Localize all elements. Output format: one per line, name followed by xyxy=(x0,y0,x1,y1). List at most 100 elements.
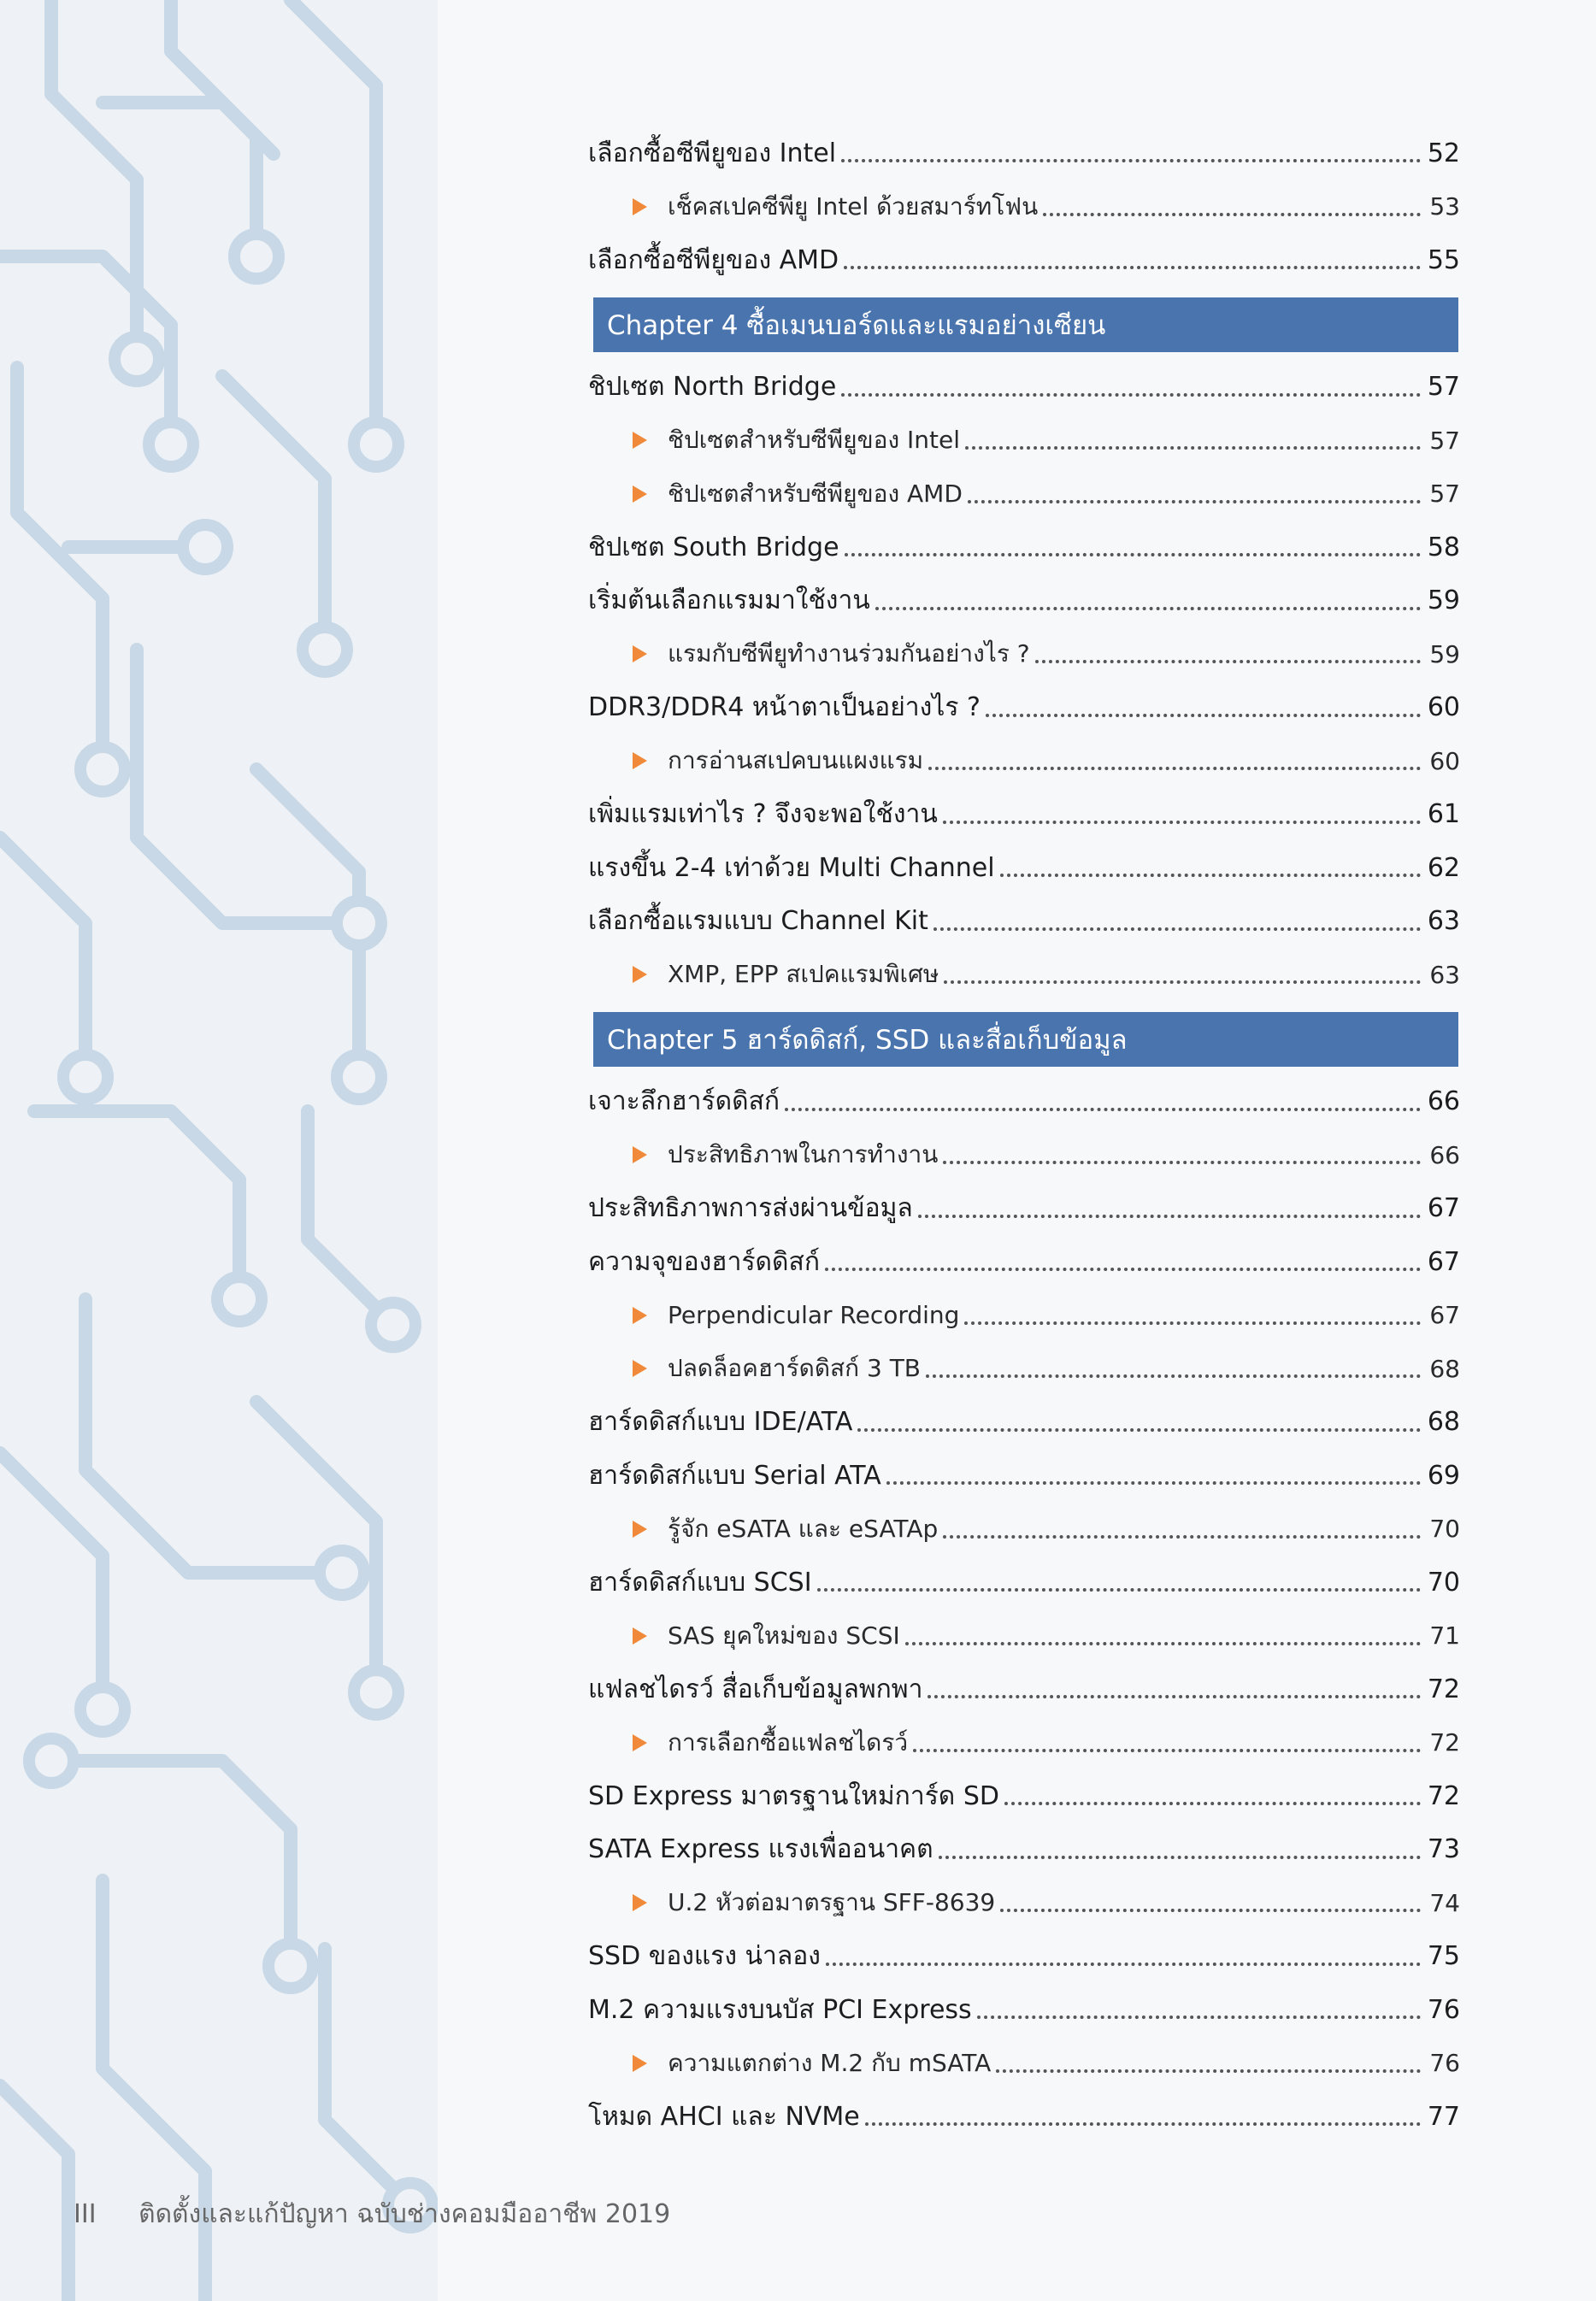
toc-entry[interactable]: โหมด AHCI และ NVMe 77 xyxy=(588,2090,1460,2144)
toc-entry[interactable]: เลือกซื้อซีพียูของ AMD 55 xyxy=(588,233,1460,287)
toc-page-number: 52 xyxy=(1427,138,1460,168)
toc-subentry[interactable]: Perpendicular Recording 67 xyxy=(588,1289,1460,1343)
circuit-background-decoration xyxy=(0,0,438,2301)
toc-subentry[interactable]: การเลือกซื้อแฟลชไดรว์ 72 xyxy=(588,1716,1460,1770)
dot-leader xyxy=(1043,212,1421,216)
dot-leader xyxy=(1004,1802,1421,1806)
dot-leader xyxy=(785,1107,1421,1111)
toc-entry-title: XMP, EPP สเปคแรมพิเศษ xyxy=(668,960,939,989)
dot-leader xyxy=(943,1534,1421,1539)
toc-entry-title: แรงขึ้น 2-4 เท่าด้วย Multi Channel xyxy=(588,852,995,883)
toc-page-number: 71 xyxy=(1429,1621,1460,1651)
toc-entry[interactable]: เลือกซื้อแรมแบบ Channel Kit 63 xyxy=(588,895,1460,949)
toc-subentry[interactable]: SAS ยุคใหม่ของ SCSI 71 xyxy=(588,1610,1460,1663)
toc-entry-title: ฮาร์ดดิสก์แบบ IDE/ATA xyxy=(588,1407,853,1438)
toc-page-number: 57 xyxy=(1429,426,1460,455)
toc-page-number: 70 xyxy=(1427,1567,1460,1598)
toc-entry[interactable]: ชิปเซต South Bridge 58 xyxy=(588,521,1460,574)
dot-leader xyxy=(938,1855,1421,1859)
orange-triangle-bullet-icon xyxy=(633,485,647,503)
toc-subentry[interactable]: ชิปเซตสำหรับซีพียูของ Intel 57 xyxy=(588,414,1460,468)
orange-triangle-bullet-icon xyxy=(633,432,647,450)
toc-entry-title: ฮาร์ดดิสก์แบบ Serial ATA xyxy=(588,1460,881,1491)
toc-entry[interactable]: เจาะลึกฮาร์ดดิสก์ 66 xyxy=(588,1075,1460,1129)
toc-entry[interactable]: ความจุของฮาร์ดดิสก์ 67 xyxy=(588,1235,1460,1289)
toc-entry[interactable]: แฟลชไดรว์ สื่อเก็บข้อมูลพกพา 72 xyxy=(588,1662,1460,1716)
toc-subentry[interactable]: U.2 หัวต่อมาตรฐาน SFF-8639 74 xyxy=(588,1876,1460,1930)
dot-leader xyxy=(917,1214,1421,1218)
orange-triangle-bullet-icon xyxy=(633,197,647,215)
toc-subentry[interactable]: XMP, EPP สเปคแรมพิเศษ 63 xyxy=(588,948,1460,1002)
toc-entry[interactable]: SSD ของแรง น่าลอง 75 xyxy=(588,1930,1460,1984)
toc-entry-title: ชิปเซตสำหรับซีพียูของ Intel xyxy=(668,426,961,455)
dot-leader xyxy=(985,713,1421,717)
toc-entry-title: รู้จัก eSATA และ eSATAp xyxy=(668,1514,939,1543)
toc-entry[interactable]: M.2 ความแรงบนบัส PCI Express 76 xyxy=(588,1983,1460,2037)
toc-page-number: 67 xyxy=(1429,1301,1460,1330)
chapter-heading: Chapter 5 ฮาร์ดดิสก์, SSD และสื่อเก็บข้อ… xyxy=(593,1011,1458,1067)
dot-leader xyxy=(913,1748,1421,1752)
toc-subentry[interactable]: เช็คสเปคซีพียู Intel ด้วยสมาร์ทโฟน 53 xyxy=(588,180,1460,234)
toc-entry-title: M.2 ความแรงบนบัส PCI Express xyxy=(588,1994,972,2025)
toc-page-number: 60 xyxy=(1427,692,1460,723)
toc-entry[interactable]: ชิปเซต North Bridge 57 xyxy=(588,361,1460,415)
toc-entry[interactable]: ฮาร์ดดิสก์แบบ IDE/ATA 68 xyxy=(588,1396,1460,1450)
toc-entry[interactable]: เพิ่มแรมเท่าไร ? จึงจะพอใช้งาน 61 xyxy=(588,788,1460,842)
orange-triangle-bullet-icon xyxy=(633,2054,647,2072)
toc-entry-title: เลือกซื้อซีพียูของ Intel xyxy=(588,138,837,168)
orange-triangle-bullet-icon xyxy=(633,752,647,770)
toc-entry[interactable]: ประสิทธิภาพการส่งผ่านข้อมูล 67 xyxy=(588,1182,1460,1236)
toc-page-number: 67 xyxy=(1427,1246,1460,1277)
dot-leader xyxy=(1034,660,1421,664)
dot-leader xyxy=(976,2016,1421,2020)
dot-leader xyxy=(933,927,1421,931)
dot-leader xyxy=(825,1962,1421,1966)
orange-triangle-bullet-icon xyxy=(633,966,647,984)
dot-leader xyxy=(1000,1909,1421,1913)
toc-entry-title: เลือกซื้อแรมแบบ Channel Kit xyxy=(588,906,928,937)
toc-subentry[interactable]: ชิปเซตสำหรับซีพียูของ AMD 57 xyxy=(588,468,1460,521)
book-title: ติดตั้งและแก้ปัญหา ฉบับช่างคอมมืออาชีพ 2… xyxy=(138,2199,671,2229)
toc-page-number: 72 xyxy=(1427,1780,1460,1811)
orange-triangle-bullet-icon xyxy=(633,1146,647,1164)
toc-entry-title: ฮาร์ดดิสก์แบบ SCSI xyxy=(588,1567,812,1598)
toc-entry[interactable]: เลือกซื้อซีพียูของ Intel 52 xyxy=(588,127,1460,180)
dot-leader xyxy=(942,820,1421,824)
orange-triangle-bullet-icon xyxy=(633,1627,647,1645)
toc-entry[interactable]: DDR3/DDR4 หน้าตาเป็นอย่างไร ? 60 xyxy=(588,681,1460,735)
toc-subentry[interactable]: ความแตกต่าง M.2 กับ mSATA 76 xyxy=(588,2037,1460,2091)
toc-page-number: 75 xyxy=(1427,1941,1460,1972)
toc-subentry[interactable]: รู้จัก eSATA และ eSATAp 70 xyxy=(588,1503,1460,1557)
toc-entry-title: เลือกซื้อซีพียูของ AMD xyxy=(588,244,839,275)
toc-entry-title: ประสิทธิภาพการส่งผ่านข้อมูล xyxy=(588,1193,913,1224)
toc-entry-title: DDR3/DDR4 หน้าตาเป็นอย่างไร ? xyxy=(588,692,981,723)
toc-entry[interactable]: SATA Express แรงเพื่ออนาคต 73 xyxy=(588,1823,1460,1877)
toc-entry[interactable]: ฮาร์ดดิสก์แบบ Serial ATA 69 xyxy=(588,1449,1460,1503)
toc-subentry[interactable]: ประสิทธิภาพในการทำงาน 66 xyxy=(588,1128,1460,1182)
toc-entry-title: ความจุของฮาร์ดดิสก์ xyxy=(588,1246,820,1277)
toc-subentry[interactable]: ปลดล็อคฮาร์ดดิสก์ 3 TB 68 xyxy=(588,1342,1460,1396)
toc-page-number: 62 xyxy=(1427,852,1460,883)
toc-page-number: 76 xyxy=(1429,2049,1460,2078)
orange-triangle-bullet-icon xyxy=(633,1306,647,1324)
toc-entry[interactable]: เริ่มต้นเลือกแรมมาใช้งาน 59 xyxy=(588,574,1460,628)
toc-subentry[interactable]: การอ่านสเปคบนแผงแรม 60 xyxy=(588,734,1460,788)
dot-leader xyxy=(999,874,1421,878)
orange-triangle-bullet-icon xyxy=(633,1360,647,1378)
toc-entry[interactable]: SD Express มาตรฐานใหม่การ์ด SD 72 xyxy=(588,1769,1460,1823)
orange-triangle-bullet-icon xyxy=(633,1894,647,1912)
toc-page-number: 57 xyxy=(1429,480,1460,509)
page-number: III xyxy=(74,2199,97,2229)
toc-subentry[interactable]: แรมกับซีพียูทำงานร่วมกันอย่างไร ? 59 xyxy=(588,627,1460,681)
toc-page-number: 66 xyxy=(1429,1140,1460,1169)
toc-entry[interactable]: ฮาร์ดดิสก์แบบ SCSI 70 xyxy=(588,1556,1460,1610)
dot-leader xyxy=(844,553,1421,557)
dot-leader xyxy=(841,159,1421,163)
dot-leader xyxy=(841,392,1421,397)
dot-leader xyxy=(943,1161,1421,1165)
orange-triangle-bullet-icon xyxy=(633,645,647,663)
toc-entry-title: โหมด AHCI และ NVMe xyxy=(588,2101,860,2132)
toc-entry-title: ปลดล็อคฮาร์ดดิสก์ 3 TB xyxy=(668,1354,922,1383)
toc-page-number: 76 xyxy=(1427,1994,1460,2025)
toc-entry[interactable]: แรงขึ้น 2-4 เท่าด้วย Multi Channel 62 xyxy=(588,841,1460,895)
